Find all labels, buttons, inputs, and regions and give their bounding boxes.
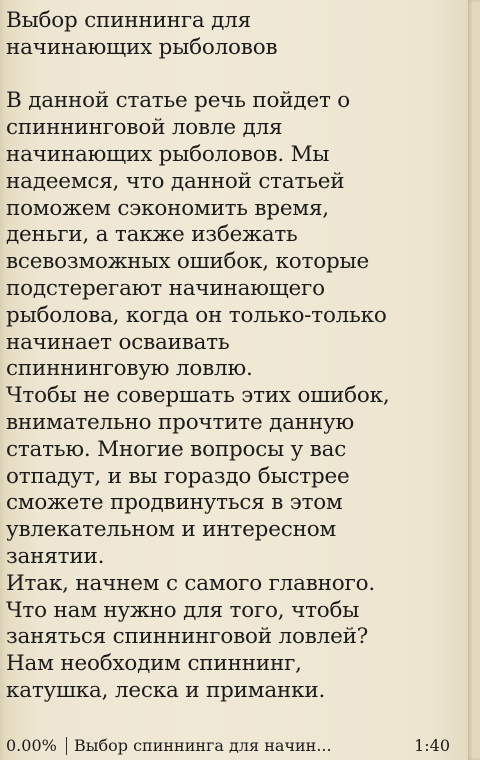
article-text[interactable]: Выбор спиннинга для начинающих рыболовов…	[6, 8, 466, 705]
article-body-line: начинающих рыболовов. Мы	[6, 141, 330, 167]
article-body-line: Чтобы не совершать этих ошибок,	[6, 383, 390, 409]
article-body-line: Итак, начнем с самого главного.	[6, 570, 375, 596]
article-title-line: начинающих рыболовов	[6, 34, 278, 60]
article-body-line: Что нам нужно для того, чтобы	[6, 597, 360, 623]
article-body-line: Нам необходим спиннинг,	[6, 651, 302, 677]
reader-page[interactable]: Выбор спиннинга для начинающих рыболовов…	[0, 0, 468, 760]
article-body-line: отпадут, и вы гораздо быстрее	[6, 463, 350, 489]
article-body-line: увлекательном и интересном	[6, 517, 336, 543]
article-body-line: заняться спиннинговой ловлей?	[6, 624, 369, 650]
article-body-line: В данной статье речь пойдет о	[6, 88, 351, 114]
document-title: Выбор спиннинга для начин...	[74, 736, 332, 755]
article-body-line: надеемся, что данной статьей	[6, 168, 345, 194]
article-body-line: сможете продвинуться в этом	[6, 490, 343, 516]
article-body-line: деньги, а также избежать	[6, 222, 298, 248]
article-title-line: Выбор спиннинга для	[6, 8, 251, 33]
reader-status-bar[interactable]: 0.00% Выбор спиннинга для начин... 1:40	[0, 732, 468, 760]
status-divider	[66, 737, 67, 755]
article-body-line: начинает осваивать	[6, 329, 230, 355]
article-body-line: всевозможных ошибок, которые	[6, 249, 369, 275]
article-body-line: спиннинговой ловле для	[6, 115, 283, 141]
article-body-line: занятии.	[6, 543, 105, 569]
article-body-line: поможем сэкономить время,	[6, 195, 329, 221]
article-body-line: подстерегают начинающего	[6, 275, 325, 301]
article-body-line: внимательно прочтите данную	[6, 409, 355, 435]
reading-progress: 0.00%	[6, 736, 57, 755]
article-body-line: катушка, леска и приманки.	[6, 677, 326, 703]
book-page-edges	[468, 0, 480, 760]
clock: 1:40	[414, 736, 450, 755]
article-body-line: спиннинговую ловлю.	[6, 356, 253, 382]
article-body-line: статью. Многие вопросы у вас	[6, 436, 347, 462]
article-body-line: рыболова, когда он только-только	[6, 302, 387, 328]
